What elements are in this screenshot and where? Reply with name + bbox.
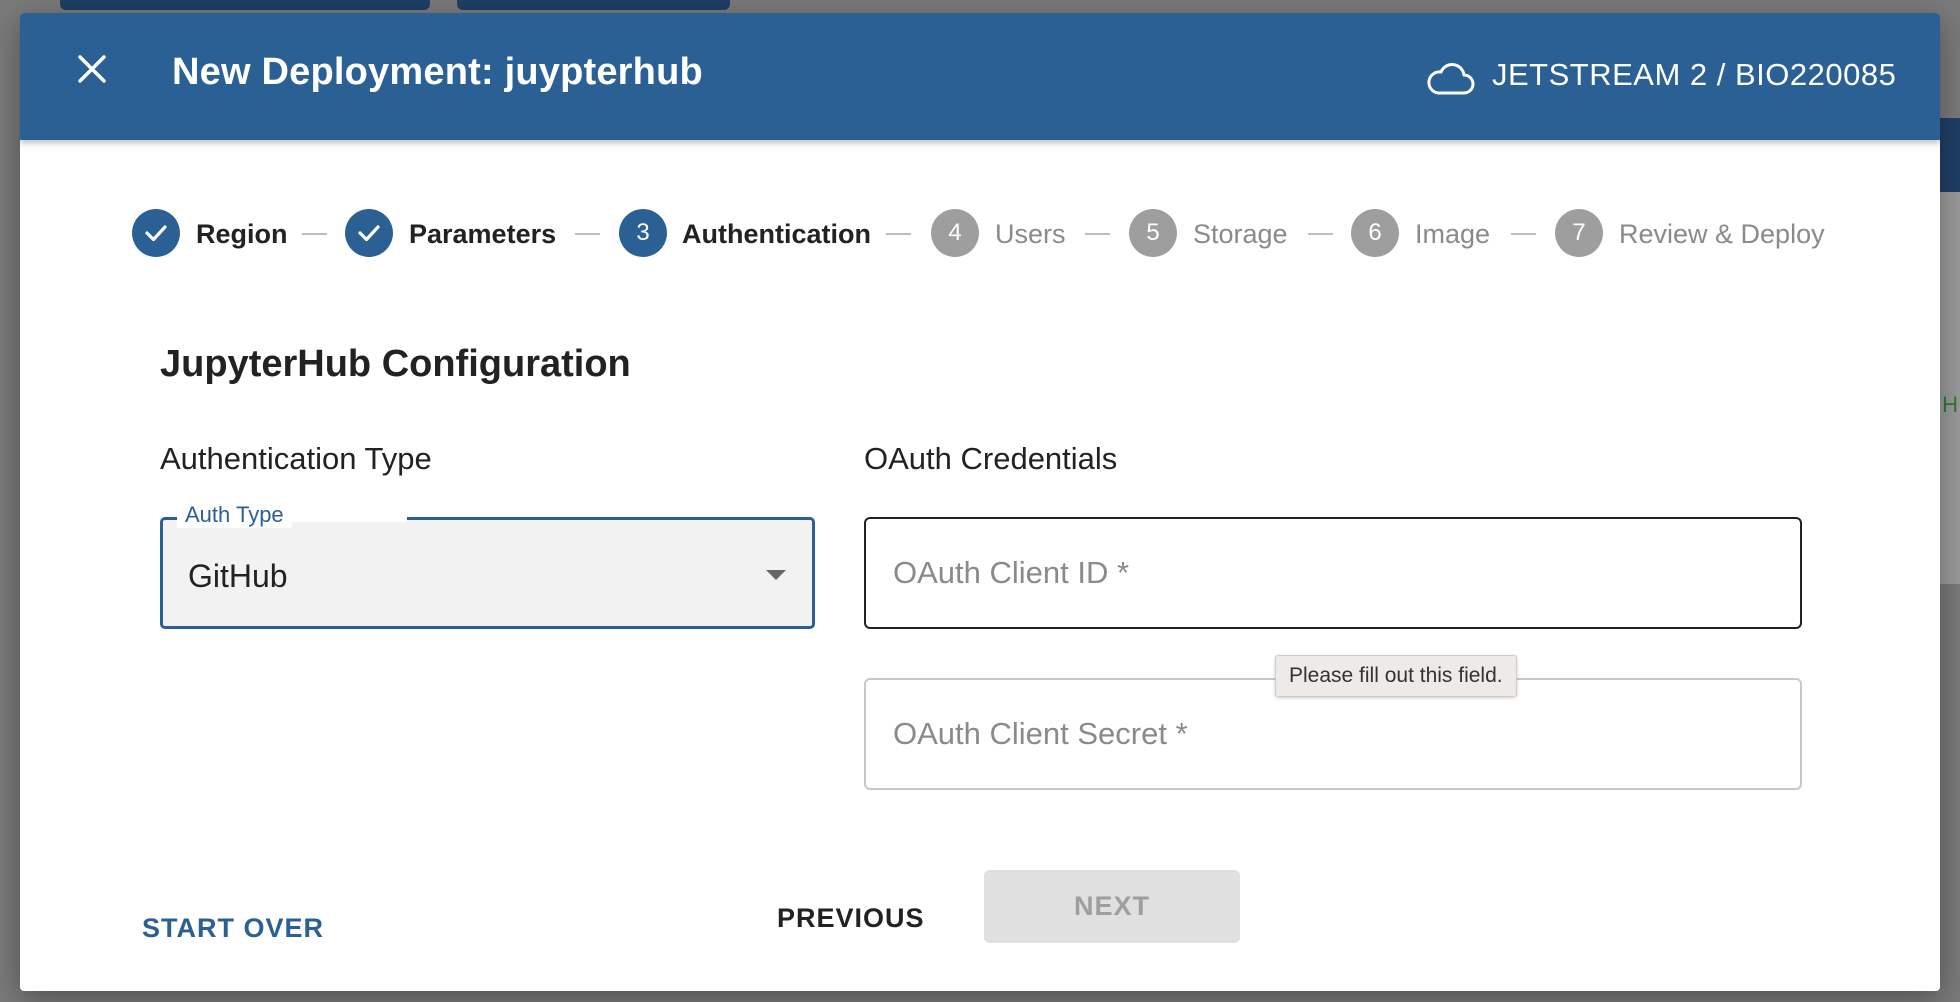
background-text-fragment: H <box>1942 392 1958 417</box>
dialog-header: New Deployment: juypterhub JETSTREAM 2 /… <box>20 13 1940 140</box>
step-connector <box>1085 233 1110 235</box>
dropdown-arrow-icon <box>766 570 786 580</box>
step-label-image: Image <box>1415 219 1491 249</box>
deployment-stepper: Region Parameters 3 Authentication 4 Use… <box>20 203 1940 263</box>
oauth-client-id-input[interactable] <box>864 517 1802 629</box>
step-connector <box>886 233 911 235</box>
step-label-storage: Storage <box>1193 219 1288 249</box>
step-6-number: 6 <box>1351 209 1399 257</box>
dialog-title: New Deployment: juypterhub <box>172 51 703 93</box>
step-connector <box>1511 233 1536 235</box>
new-deployment-dialog: New Deployment: juypterhub JETSTREAM 2 /… <box>20 13 1940 991</box>
step-7-number: 7 <box>1555 209 1603 257</box>
auth-type-select[interactable]: Auth Type GitHub <box>160 502 815 629</box>
cloud-allocation-label: JETSTREAM 2 / BIO220085 <box>1492 57 1897 92</box>
step-3-number: 3 <box>619 209 667 257</box>
section-title: JupyterHub Configuration <box>160 343 631 385</box>
start-over-button[interactable]: START OVER <box>142 913 324 944</box>
close-icon <box>78 55 106 83</box>
background-tab <box>457 0 730 10</box>
step-5-number: 5 <box>1129 209 1177 257</box>
cloud-icon <box>1427 63 1475 95</box>
step-label-authentication: Authentication <box>682 219 871 249</box>
close-button[interactable] <box>72 49 112 89</box>
oauth-credentials-heading: OAuth Credentials <box>864 441 1118 476</box>
step-2-check-icon <box>345 209 393 257</box>
previous-button[interactable]: PREVIOUS <box>777 903 925 934</box>
auth-type-label: Auth Type <box>177 502 292 528</box>
step-1-check-icon <box>132 209 180 257</box>
next-button[interactable]: NEXT <box>984 870 1240 943</box>
step-connector <box>1308 233 1333 235</box>
step-connector <box>575 233 600 235</box>
step-4-number: 4 <box>931 209 979 257</box>
step-label-users: Users <box>995 219 1066 249</box>
validation-tooltip: Please fill out this field. <box>1275 655 1517 697</box>
step-label-parameters: Parameters <box>409 219 557 249</box>
auth-type-heading: Authentication Type <box>160 441 432 476</box>
step-label-region: Region <box>196 219 288 249</box>
step-connector <box>302 233 327 235</box>
step-label-review-deploy: Review & Deploy <box>1619 219 1825 249</box>
background-tab <box>60 0 430 10</box>
auth-type-value: GitHub <box>188 558 288 594</box>
